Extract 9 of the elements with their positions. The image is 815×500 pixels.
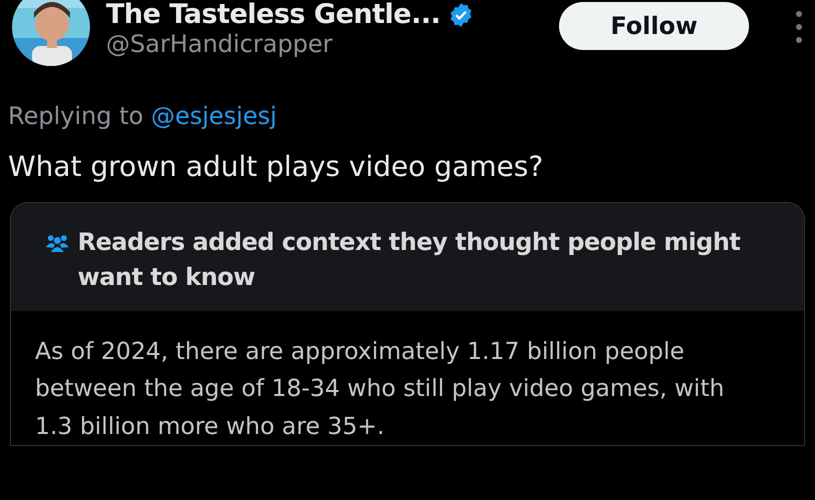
author-handle[interactable]: @SarHandicrapper: [106, 30, 543, 58]
replying-to-text: Replying to @esjesjesj: [8, 101, 278, 132]
author-name[interactable]: The Tasteless Gentle...: [106, 0, 440, 30]
follow-button[interactable]: Follow: [559, 2, 749, 50]
note-text: As of 2024, there are approximately 1.17 billion people between the age of 18-34 who still play video games, with 1.3 billion more who are 35+.: [34, 336, 726, 442]
note-title: Readers added context they thought people might want to know: [78, 227, 742, 293]
more-options-icon[interactable]: [795, 10, 803, 44]
tweet-text: What grown adult plays video games?: [8, 149, 544, 185]
mention-link[interactable]: @esjesjesj: [150, 102, 277, 130]
